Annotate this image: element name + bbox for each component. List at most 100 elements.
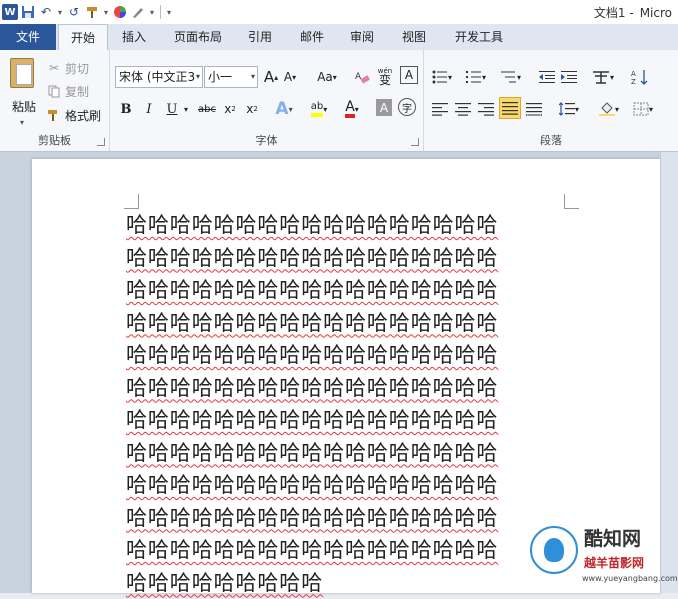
decrease-indent-icon (539, 70, 555, 84)
pen-dropdown-icon[interactable]: ▾ (148, 3, 156, 21)
chinese-layout-icon (592, 70, 610, 84)
increase-indent-button[interactable] (560, 66, 578, 88)
text-effects-button[interactable]: A▾ (273, 98, 295, 120)
text-line[interactable]: 哈哈哈哈哈哈哈哈哈哈哈哈哈哈哈哈哈 (126, 534, 576, 567)
word-app-icon[interactable]: W (2, 4, 18, 20)
grow-font-button[interactable]: A▴ (262, 66, 280, 88)
tab-home[interactable]: 开始 (58, 24, 108, 50)
font-name-value: 宋体 (中文正3 (119, 70, 195, 84)
paste-button[interactable]: 粘贴 ▾ (6, 56, 38, 124)
bullets-button[interactable]: ▾ (430, 66, 454, 88)
decrease-indent-button[interactable] (538, 66, 556, 88)
shading-button[interactable]: ▾ (596, 98, 622, 120)
text-line[interactable]: 哈哈哈哈哈哈哈哈哈哈哈哈哈哈哈哈哈 (126, 469, 576, 502)
paste-dropdown-icon[interactable]: ▾ (20, 118, 24, 127)
undo-icon[interactable]: ↶ (38, 3, 54, 21)
shading-dropdown-icon[interactable]: ▾ (615, 105, 619, 114)
borders-dropdown-icon[interactable]: ▾ (649, 105, 653, 114)
enclose-characters-button[interactable]: 字 (398, 98, 416, 116)
shrink-font-arrow-icon: ▾ (292, 73, 296, 82)
italic-button[interactable]: I (140, 98, 158, 120)
format-painter-qat-icon[interactable] (84, 3, 100, 21)
text-line[interactable]: 哈哈哈哈哈哈哈哈哈哈哈哈哈哈哈哈哈 (126, 502, 576, 535)
align-left-button[interactable] (430, 98, 450, 120)
change-case-button[interactable]: Aa▾ (314, 66, 340, 88)
strikethrough-button[interactable]: abc (196, 98, 218, 120)
multilevel-list-button[interactable]: ▾ (498, 66, 524, 88)
text-line[interactable]: 哈哈哈哈哈哈哈哈哈哈哈哈哈哈哈哈哈 (126, 437, 576, 470)
clipboard-launcher-icon[interactable] (97, 138, 105, 146)
line-spacing-dropdown-icon[interactable]: ▾ (575, 105, 579, 114)
numbering-dropdown-icon[interactable]: ▾ (482, 73, 486, 82)
align-right-button[interactable] (476, 98, 496, 120)
clear-format-button[interactable]: A (353, 66, 371, 88)
text-line[interactable]: 哈哈哈哈哈哈哈哈哈哈哈哈哈哈哈哈哈 (126, 372, 576, 405)
tab-developer[interactable]: 开发工具 (446, 24, 512, 50)
sort-button[interactable]: AZ (630, 66, 650, 88)
redo-icon[interactable]: ↺ (66, 3, 82, 21)
line-spacing-button[interactable]: ▾ (556, 98, 582, 120)
watermark-brand: 酷知网 (582, 524, 643, 551)
cut-button[interactable]: ✂剪切 (46, 58, 89, 78)
chinese-layout-button[interactable]: ▾ (590, 66, 616, 88)
text-effects-dropdown-icon[interactable]: ▾ (289, 105, 293, 114)
text-line[interactable]: 哈哈哈哈哈哈哈哈哈哈哈哈哈哈哈哈哈 (126, 242, 576, 275)
tab-references[interactable]: 引用 (240, 24, 280, 50)
font-color-button[interactable]: A▾ (340, 98, 364, 120)
color-wheel-icon[interactable] (112, 3, 128, 21)
tab-mailings[interactable]: 邮件 (292, 24, 332, 50)
text-line[interactable]: 哈哈哈哈哈哈哈哈哈哈哈哈哈哈哈哈哈 (126, 404, 576, 437)
highlight-button[interactable]: ab▾ (306, 98, 332, 120)
quick-access-toolbar: W ↶ ▾ ↺ ▾ ▾ ▾ (2, 3, 173, 21)
format-painter-button[interactable]: 格式刷 (46, 105, 101, 125)
text-line[interactable]: 哈哈哈哈哈哈哈哈哈 (126, 567, 576, 599)
align-center-icon (455, 102, 471, 116)
document-body[interactable]: 哈哈哈哈哈哈哈哈哈哈哈哈哈哈哈哈哈 哈哈哈哈哈哈哈哈哈哈哈哈哈哈哈哈哈 哈哈哈哈… (126, 209, 576, 599)
text-line[interactable]: 哈哈哈哈哈哈哈哈哈哈哈哈哈哈哈哈哈 (126, 274, 576, 307)
subscript-button[interactable]: x2 (221, 98, 239, 120)
justify-button[interactable] (499, 97, 521, 119)
tab-page-layout[interactable]: 页面布局 (166, 24, 230, 50)
tab-review[interactable]: 审阅 (342, 24, 382, 50)
clipboard-group-label: 剪贴板 (0, 132, 109, 148)
tab-view[interactable]: 视图 (394, 24, 434, 50)
watermark: 酷知网 越羊苗影网 www.yueyangbang.com (522, 518, 678, 593)
highlight-dropdown-icon[interactable]: ▾ (323, 105, 327, 114)
underline-dropdown-icon[interactable]: ▾ (181, 98, 191, 120)
font-size-combo[interactable]: 小一▾ (204, 66, 258, 88)
tab-file[interactable]: 文件 (0, 24, 56, 50)
shrink-font-button[interactable]: A▾ (282, 66, 298, 88)
document-title: 文档1 - (594, 6, 634, 20)
font-launcher-icon[interactable] (411, 138, 419, 146)
copy-button[interactable]: 复制 (46, 81, 89, 101)
highlight-label: ab (311, 101, 323, 117)
undo-dropdown-icon[interactable]: ▾ (56, 3, 64, 21)
character-border-button[interactable]: A (400, 66, 418, 84)
tab-insert[interactable]: 插入 (114, 24, 154, 50)
chinese-layout-dropdown-icon[interactable]: ▾ (610, 73, 614, 82)
underline-button[interactable]: U (163, 98, 181, 120)
text-line[interactable]: 哈哈哈哈哈哈哈哈哈哈哈哈哈哈哈哈哈 (126, 339, 576, 372)
text-line[interactable]: 哈哈哈哈哈哈哈哈哈哈哈哈哈哈哈哈哈 (126, 307, 576, 340)
borders-button[interactable]: ▾ (630, 98, 656, 120)
change-case-label: Aa (317, 70, 333, 84)
save-icon[interactable] (20, 3, 36, 21)
font-color-dropdown-icon[interactable]: ▾ (355, 105, 359, 114)
font-size-dropdown-icon[interactable]: ▾ (251, 67, 255, 87)
character-shading-button[interactable]: A (376, 99, 392, 116)
font-name-combo[interactable]: 宋体 (中文正3▾ (115, 66, 203, 88)
qat-dropdown-icon[interactable]: ▾ (102, 3, 110, 21)
distributed-button[interactable] (524, 98, 544, 120)
superscript-button[interactable]: x2 (243, 98, 261, 120)
multilevel-list-dropdown-icon[interactable]: ▾ (517, 73, 521, 82)
text-line[interactable]: 哈哈哈哈哈哈哈哈哈哈哈哈哈哈哈哈哈 (126, 209, 576, 242)
pen-icon[interactable] (130, 3, 146, 21)
change-case-dropdown-icon[interactable]: ▾ (333, 73, 337, 82)
bullets-dropdown-icon[interactable]: ▾ (448, 73, 452, 82)
bold-button[interactable]: B (117, 98, 135, 120)
numbering-button[interactable]: ▾ (464, 66, 488, 88)
align-center-button[interactable] (453, 98, 473, 120)
customize-qat-icon[interactable]: ▾ (165, 3, 173, 21)
font-name-dropdown-icon[interactable]: ▾ (196, 67, 200, 87)
phonetic-guide-button[interactable]: wén变 (375, 65, 395, 87)
